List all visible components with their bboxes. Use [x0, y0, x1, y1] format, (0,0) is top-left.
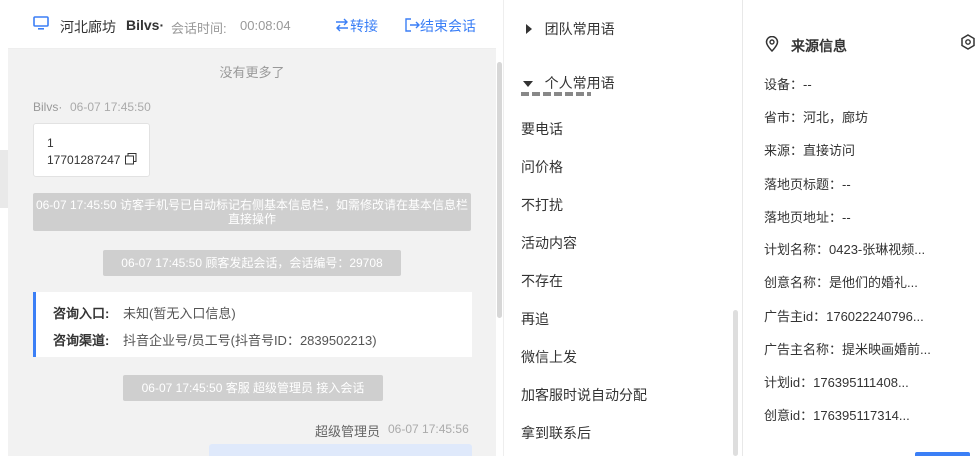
source-info-title: 来源信息 — [791, 38, 847, 54]
phrase-item[interactable]: 不打扰 — [521, 195, 563, 215]
left-edge-strip — [0, 0, 8, 456]
team-phrases-header[interactable]: 团队常用语 — [525, 19, 615, 39]
transfer-button[interactable]: 转接 — [334, 16, 378, 36]
source-province-city: 省市：河北，廊坊 — [764, 110, 869, 125]
phrase-item[interactable]: 加客服时说自动分配 — [521, 385, 647, 405]
exit-icon — [404, 17, 420, 35]
phrase-scrollbar-thumb[interactable] — [733, 310, 738, 456]
agent-message-bubble — [209, 444, 472, 456]
bottom-action-edge[interactable] — [915, 452, 970, 456]
personal-phrases-header[interactable]: 个人常用语 — [523, 73, 615, 93]
source-info-panel: 来源信息 设备：-- 省市：河北，廊坊 来源：直接访问 落地页标题：-- 落地页… — [742, 0, 977, 456]
phrase-item[interactable]: 要电话 — [521, 119, 563, 139]
caret-right-icon — [525, 22, 533, 37]
source-origin: 来源：直接访问 — [764, 143, 856, 158]
source-creative-id: 创意id：176395117314... — [764, 408, 910, 423]
copy-icon[interactable] — [125, 153, 137, 168]
transfer-label: 转接 — [350, 18, 378, 34]
location-pin-icon — [765, 35, 779, 55]
end-session-label: 结束会话 — [420, 18, 476, 34]
source-plan-id: 计划id：176395111408... — [764, 375, 909, 390]
source-landing-title: 落地页标题：-- — [764, 177, 851, 192]
system-message-agent-joined: 06-07 17:45:50 客服 超级管理员 接入会话 — [123, 375, 383, 401]
session-time-label: 会话时间: — [171, 21, 227, 36]
source-landing-url: 落地页地址：-- — [764, 210, 851, 225]
source-plan-name: 计划名称：0423-张琳视频... — [764, 242, 926, 257]
phrase-panel: 团队常用语 个人常用语 要电话 问价格 不打扰 活动内容 不存在 再追 微信上发… — [503, 0, 742, 456]
visitor-name: Bilvs· — [126, 17, 165, 33]
source-device: 设备：-- — [764, 77, 812, 92]
phrase-item[interactable]: 活动内容 — [521, 233, 577, 253]
channel-label: 咨询渠道: — [53, 333, 110, 348]
phrase-item[interactable]: 再追 — [521, 309, 549, 329]
message-timestamp: 06-07 17:45:50 — [70, 100, 151, 114]
phrase-item[interactable]: 问价格 — [521, 157, 563, 177]
monitor-icon — [33, 16, 49, 33]
agent-name: 超级管理员 — [315, 424, 381, 439]
agent-message-timestamp: 06-07 17:45:56 — [388, 422, 469, 436]
system-message-phone-marked: 06-07 17:45:50 访客手机号已自动标记右侧基本信息栏，如需修改请在基… — [33, 193, 471, 231]
personal-phrases-title: 个人常用语 — [544, 75, 615, 91]
message-line-1: 1 — [47, 136, 54, 150]
transfer-icon — [334, 18, 350, 35]
source-advertiser-name: 广告主名称：提米映画婚前... — [764, 342, 931, 357]
left-edge-marker — [0, 150, 8, 208]
cut-off-phrase-fragment — [521, 92, 591, 96]
entry-value: 未知(暂无入口信息) — [123, 306, 236, 321]
source-advertiser-id: 广告主id：176022240796... — [764, 309, 924, 324]
channel-value: 抖音企业号/员工号(抖音号ID：2839502213) — [123, 333, 377, 348]
session-time-value: 00:08:04 — [240, 18, 291, 33]
end-session-button[interactable]: 结束会话 — [404, 16, 476, 36]
no-more-text: 没有更多了 — [219, 65, 285, 80]
source-creative-name: 创意名称：是他们的婚礼... — [764, 275, 918, 290]
system-message-session-start: 06-07 17:45:50 顾客发起会话，会话编号：29708 — [103, 250, 401, 276]
team-phrases-title: 团队常用语 — [544, 21, 615, 37]
phrase-item[interactable]: 微信上发 — [521, 347, 577, 367]
consult-info-card: 咨询入口: 未知(暂无入口信息) 咨询渠道: 抖音企业号/员工号(抖音号ID：2… — [33, 292, 472, 357]
phrase-item[interactable]: 拿到联系后 — [521, 423, 591, 443]
chat-message-area[interactable]: 没有更多了 Bilvs· 06-07 17:45:50 1 1770128724… — [8, 49, 496, 456]
message-sender: Bilvs· — [33, 100, 63, 114]
settings-hex-icon[interactable] — [960, 34, 976, 53]
chat-header: 河北廊坊 Bilvs· 会话时间: 00:08:04 转接 结束会话 — [8, 0, 496, 49]
caret-down-icon — [523, 76, 533, 91]
visitor-message-bubble: 1 17701287247 — [33, 123, 150, 177]
entry-label: 咨询入口: — [53, 306, 110, 321]
phone-number-text: 17701287247 — [47, 153, 121, 167]
phrase-item[interactable]: 不存在 — [521, 271, 563, 291]
chat-scrollbar-thumb[interactable] — [497, 62, 502, 318]
visitor-location: 河北廊坊 — [60, 19, 116, 35]
